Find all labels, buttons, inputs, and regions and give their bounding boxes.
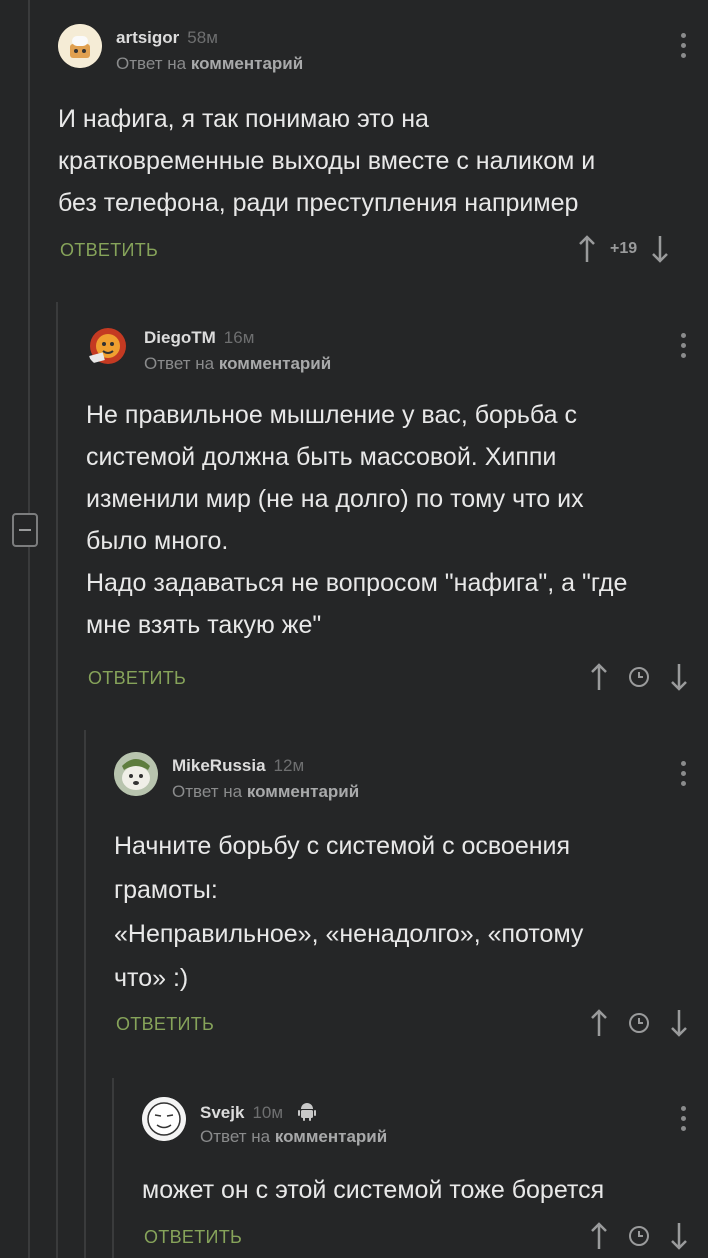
- upvote-icon[interactable]: [590, 1221, 608, 1251]
- dog-avatar-icon[interactable]: [114, 752, 158, 796]
- comment-text: Начните борьбу с системой с освоения гра…: [114, 832, 584, 992]
- comment-text: Не правильное мышление у вас, борьба с с…: [86, 401, 628, 639]
- reply-to-link[interactable]: комментарий: [219, 354, 331, 373]
- collapse-thread-button[interactable]: [12, 513, 38, 547]
- more-options-icon[interactable]: [676, 758, 690, 788]
- upvote-icon[interactable]: [590, 662, 608, 692]
- downvote-icon[interactable]: [670, 1221, 688, 1251]
- downvote-icon[interactable]: [670, 1008, 688, 1038]
- reply-to-line: Ответ на комментарий: [200, 1127, 388, 1146]
- hat-avatar-icon[interactable]: [58, 24, 102, 68]
- comment-artsigor: artsigor 58м Ответ на комментарий И нафиг…: [58, 24, 708, 274]
- upvote-icon[interactable]: [590, 1008, 608, 1038]
- android-icon: [297, 1103, 316, 1121]
- vote-controls: +19: [578, 234, 669, 264]
- lion-avatar-icon[interactable]: [86, 324, 130, 368]
- reply-button[interactable]: ОТВЕТИТЬ: [116, 1014, 214, 1035]
- more-options-icon[interactable]: [676, 330, 690, 360]
- meme-face-avatar-icon[interactable]: [142, 1097, 186, 1141]
- reply-button[interactable]: ОТВЕТИТЬ: [144, 1227, 242, 1248]
- upvote-icon[interactable]: [578, 234, 596, 264]
- comment-time: 16м: [223, 328, 255, 347]
- comment-mikerussia: MikeRussia 12м Ответ на комментарий Начни…: [114, 752, 708, 1052]
- comment-author[interactable]: artsigor 58м: [116, 28, 218, 48]
- thread-line-level-0[interactable]: [28, 0, 30, 1258]
- reply-to-link[interactable]: комментарий: [275, 1127, 387, 1146]
- vote-controls: [590, 1221, 688, 1251]
- comment-time: 10м: [252, 1103, 284, 1122]
- comment-author[interactable]: Svejk 10м: [200, 1101, 316, 1123]
- comment-diegotm: DiegoTM 16м Ответ на комментарий Не прави…: [86, 324, 708, 704]
- rating-count: +19: [610, 240, 638, 257]
- downvote-icon[interactable]: [651, 234, 669, 264]
- reply-to-link[interactable]: комментарий: [191, 54, 303, 73]
- reply-button[interactable]: ОТВЕТИТЬ: [60, 240, 158, 261]
- comment-author[interactable]: MikeRussia 12м: [172, 756, 304, 776]
- reply-to-line: Ответ на комментарий: [172, 782, 360, 801]
- vote-controls: [590, 662, 688, 692]
- more-options-icon[interactable]: [676, 30, 690, 60]
- clock-icon: [629, 667, 649, 687]
- vote-controls: [590, 1008, 688, 1038]
- thread-line-level-1[interactable]: [56, 302, 58, 1258]
- comment-author[interactable]: DiegoTM 16м: [144, 328, 254, 348]
- comment-time: 12м: [273, 756, 305, 775]
- reply-to-link[interactable]: комментарий: [247, 782, 359, 801]
- downvote-icon[interactable]: [670, 662, 688, 692]
- clock-icon: [629, 1013, 649, 1033]
- more-options-icon[interactable]: [676, 1103, 690, 1133]
- comment-text: И нафига, я так понимаю это на кратковре…: [58, 105, 596, 217]
- thread-line-level-3[interactable]: [112, 1078, 114, 1258]
- thread-line-level-2[interactable]: [84, 730, 86, 1258]
- comment-text: может он с этой системой тоже борется: [142, 1176, 605, 1204]
- reply-to-line: Ответ на комментарий: [144, 354, 332, 373]
- comment-time: 58м: [187, 28, 218, 47]
- minus-icon: [19, 529, 31, 531]
- reply-button[interactable]: ОТВЕТИТЬ: [88, 668, 186, 689]
- clock-icon: [629, 1226, 649, 1246]
- comment-svejk: Svejk 10м Ответ на комментарий может он с…: [142, 1097, 708, 1258]
- reply-to-line: Ответ на комментарий: [116, 54, 304, 73]
